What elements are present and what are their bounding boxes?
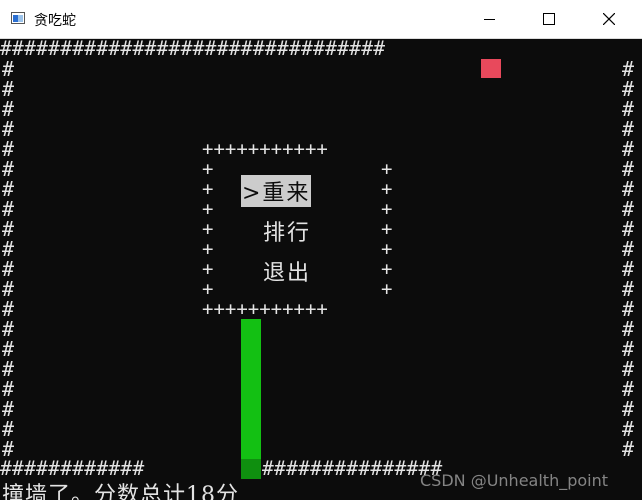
wall-cell: # (622, 77, 635, 101)
wall-cell: # (622, 337, 635, 361)
wall-cell: # (2, 377, 15, 401)
menu-item-ranking[interactable]: 排行 (263, 215, 311, 247)
bottom-wall-left: ############ (0, 457, 145, 480)
menu-frame-side: + (381, 278, 393, 300)
console-app-icon (11, 12, 25, 24)
menu-frame-side: + (381, 178, 393, 200)
menu-frame-side: + (381, 158, 393, 180)
wall-cell: # (2, 417, 15, 441)
menu-frame-side: + (202, 238, 214, 260)
food-block (481, 59, 501, 78)
wall-cell: # (2, 97, 15, 121)
wall-cell: # (622, 197, 635, 221)
menu-frame-side: + (381, 238, 393, 260)
wall-cell: # (622, 257, 635, 281)
wall-cell: # (2, 317, 15, 341)
menu-frame-side: + (381, 258, 393, 280)
game-board: ################################ # # # # # # #… (0, 39, 642, 500)
title-bar: 贪吃蛇 (0, 0, 642, 39)
window-title: 贪吃蛇 (34, 13, 76, 29)
menu-frame-top: +++++++++++ (202, 138, 328, 160)
menu-frame-side: + (202, 218, 214, 240)
game-window: 贪吃蛇 ################################ # # #… (0, 0, 642, 500)
menu-frame-side: + (202, 178, 214, 200)
wall-cell: # (2, 437, 15, 461)
menu-frame-side: + (381, 198, 393, 220)
wall-cell: # (622, 157, 635, 181)
menu-frame-side: + (202, 158, 214, 180)
menu-frame-bottom: +++++++++++ (202, 298, 328, 320)
wall-cell: # (2, 337, 15, 361)
menu-frame-side: + (202, 278, 214, 300)
bottom-wall-right: ############### (262, 457, 443, 480)
wall-cell: # (2, 197, 15, 221)
wall-cell: # (622, 357, 635, 381)
wall-cell: # (2, 137, 15, 161)
wall-cell: # (622, 417, 635, 441)
menu-item-restart[interactable]: >重来 (241, 175, 312, 207)
menu-item-exit[interactable]: 退出 (263, 255, 311, 287)
wall-cell: # (2, 157, 15, 181)
minimize-button[interactable] (466, 0, 512, 39)
wall-cell: # (622, 437, 635, 461)
wall-cell: # (622, 237, 635, 261)
wall-cell: # (622, 137, 635, 161)
close-button[interactable] (586, 0, 632, 39)
wall-cell: # (2, 117, 15, 141)
wall-cell: # (2, 177, 15, 201)
watermark: CSDN @Unhealth_point (420, 471, 609, 490)
maximize-button[interactable] (526, 0, 572, 39)
wall-cell: # (2, 397, 15, 421)
wall-cell: # (622, 277, 635, 301)
top-wall: ################################ (0, 37, 386, 60)
wall-cell: # (2, 257, 15, 281)
snake-tail (241, 459, 261, 479)
wall-cell: # (622, 397, 635, 421)
wall-cell: # (622, 117, 635, 141)
wall-cell: # (2, 277, 15, 301)
wall-cell: # (2, 217, 15, 241)
wall-cell: # (622, 57, 635, 81)
wall-cell: # (2, 57, 15, 81)
menu-frame-side: + (202, 258, 214, 280)
wall-cell: # (2, 357, 15, 381)
game-over-message: 撞墙了。分数总计18分 (2, 483, 239, 500)
wall-cell: # (2, 297, 15, 321)
wall-cell: # (622, 297, 635, 321)
wall-cell: # (622, 97, 635, 121)
wall-cell: # (622, 377, 635, 401)
wall-cell: # (622, 177, 635, 201)
wall-cell: # (622, 217, 635, 241)
wall-cell: # (622, 317, 635, 341)
menu-frame-side: + (202, 198, 214, 220)
wall-cell: # (2, 237, 15, 261)
wall-cell: # (2, 77, 15, 101)
menu-frame-side: + (381, 218, 393, 240)
snake-body (241, 319, 261, 479)
close-icon (603, 13, 615, 25)
